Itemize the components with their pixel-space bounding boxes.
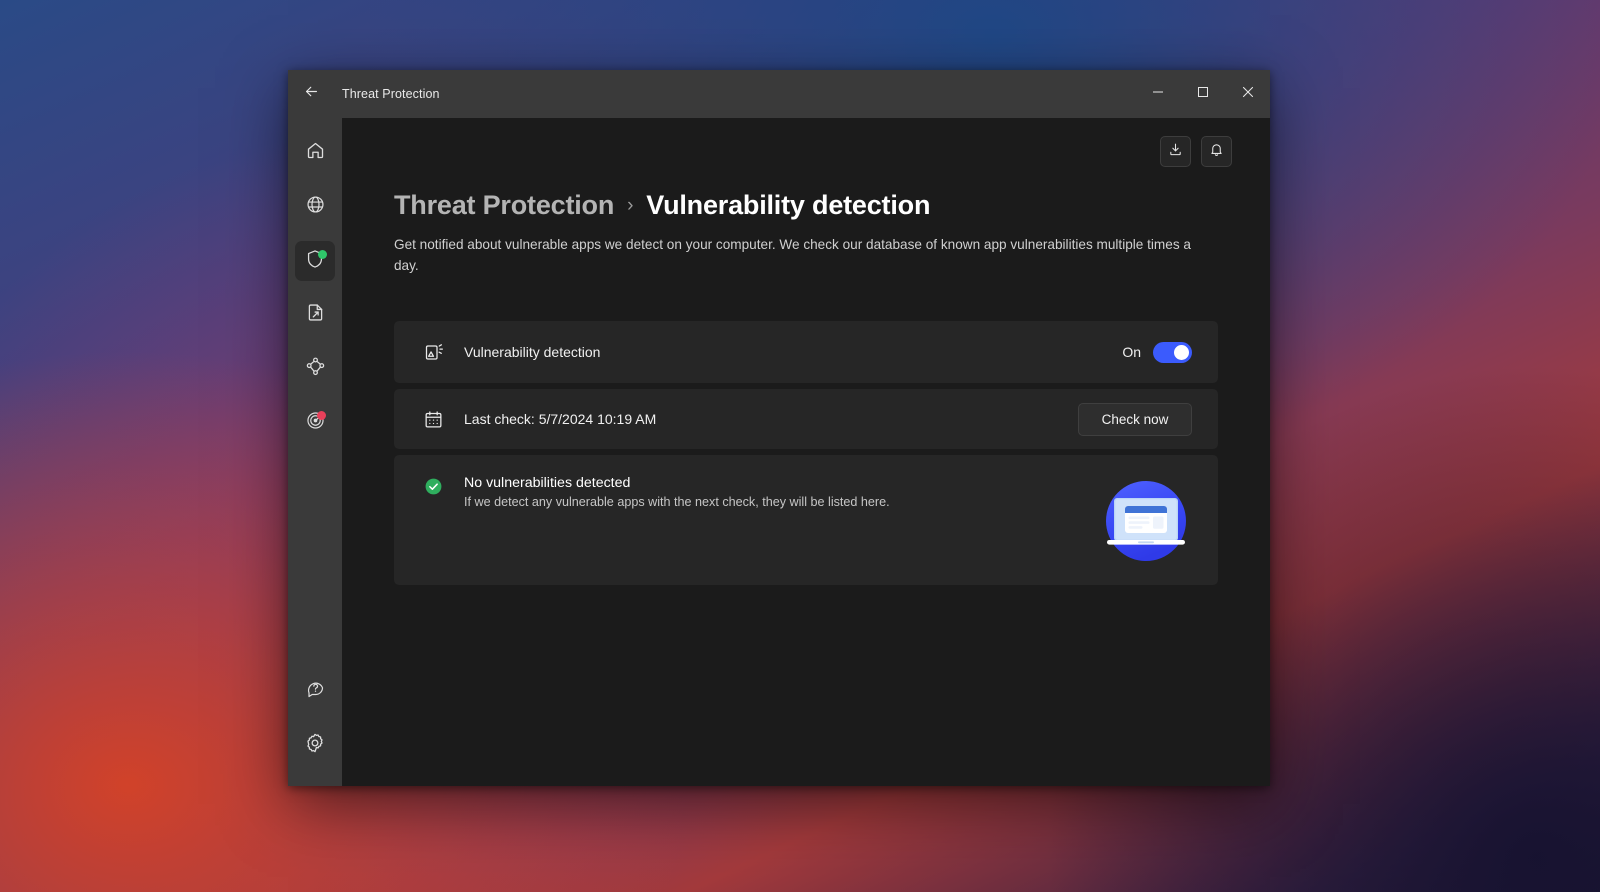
file-share-icon xyxy=(305,302,326,328)
vulnerability-icon xyxy=(420,342,446,363)
last-check-row: Last check: 5/7/2024 10:19 AM Check now xyxy=(394,389,1218,450)
sidebar-item-settings[interactable] xyxy=(295,725,335,765)
gear-icon xyxy=(304,732,326,759)
settings-card-list: Vulnerability detection On Last check: 5… xyxy=(394,321,1218,586)
home-icon xyxy=(305,140,326,166)
close-button[interactable] xyxy=(1225,70,1270,118)
content-action-bar xyxy=(1160,136,1232,167)
page-description: Get notified about vulnerable apps we de… xyxy=(394,237,1191,273)
content-area: Threat Protection › Vulnerability detect… xyxy=(342,118,1270,786)
window-title: Threat Protection xyxy=(342,87,440,101)
check-circle-icon xyxy=(420,477,446,496)
laptop-illustration xyxy=(1096,471,1196,571)
vulnerability-detection-row: Vulnerability detection On xyxy=(394,321,1218,384)
maximize-button[interactable] xyxy=(1180,70,1225,118)
status-badge-red xyxy=(317,411,326,420)
chevron-right-icon: › xyxy=(627,194,634,216)
breadcrumb: Threat Protection › Vulnerability detect… xyxy=(394,190,1218,221)
vulnerability-detection-label: Vulnerability detection xyxy=(464,344,601,361)
status-badge-green xyxy=(318,250,327,259)
help-icon xyxy=(305,678,326,704)
notifications-button[interactable] xyxy=(1201,136,1232,167)
breadcrumb-parent[interactable]: Threat Protection xyxy=(394,190,614,221)
toggle-state-label: On xyxy=(1122,344,1141,361)
sidebar-item-meshnet[interactable] xyxy=(295,349,335,389)
detection-result-text: No vulnerabilities detected If we detect… xyxy=(464,475,890,509)
detection-result-card: No vulnerabilities detected If we detect… xyxy=(394,455,1218,586)
bell-icon xyxy=(1209,142,1224,162)
sidebar-item-vpn[interactable] xyxy=(295,187,335,227)
sidebar-item-home[interactable] xyxy=(295,133,335,173)
sidebar xyxy=(288,118,342,786)
title-bar: Threat Protection xyxy=(288,70,1270,118)
sidebar-item-file-share[interactable] xyxy=(295,295,335,335)
minimize-button[interactable] xyxy=(1135,70,1180,118)
calendar-icon xyxy=(420,409,446,430)
minimize-icon xyxy=(1152,85,1164,103)
meshnet-icon xyxy=(305,356,326,382)
close-icon xyxy=(1242,85,1254,103)
desktop-wallpaper: Threat Protection Threat Protection › Vu… xyxy=(0,0,1600,892)
detection-result-subtitle: If we detect any vulnerable apps with th… xyxy=(464,495,890,510)
vulnerability-detection-toggle[interactable] xyxy=(1153,341,1192,363)
app-window: Threat Protection Threat Protection › Vu… xyxy=(288,70,1270,786)
sidebar-item-dark-web-monitor[interactable] xyxy=(295,403,335,443)
download-icon xyxy=(1168,142,1183,162)
toggle-knob xyxy=(1174,344,1189,360)
vulnerability-detection-toggle-group[interactable]: On xyxy=(1122,341,1192,363)
sidebar-item-threat-protection[interactable] xyxy=(295,241,335,281)
arrow-left-icon xyxy=(303,83,320,105)
window-body: Threat Protection › Vulnerability detect… xyxy=(288,118,1270,786)
back-button[interactable] xyxy=(288,70,334,118)
detection-result-title: No vulnerabilities detected xyxy=(464,475,631,492)
globe-icon xyxy=(305,194,326,220)
downloads-button[interactable] xyxy=(1160,136,1191,167)
page-title: Vulnerability detection xyxy=(646,190,931,220)
check-now-button[interactable]: Check now xyxy=(1078,402,1192,436)
maximize-icon xyxy=(1197,85,1209,103)
last-check-label: Last check: 5/7/2024 10:19 AM xyxy=(464,411,657,428)
sidebar-item-help[interactable] xyxy=(295,671,335,711)
